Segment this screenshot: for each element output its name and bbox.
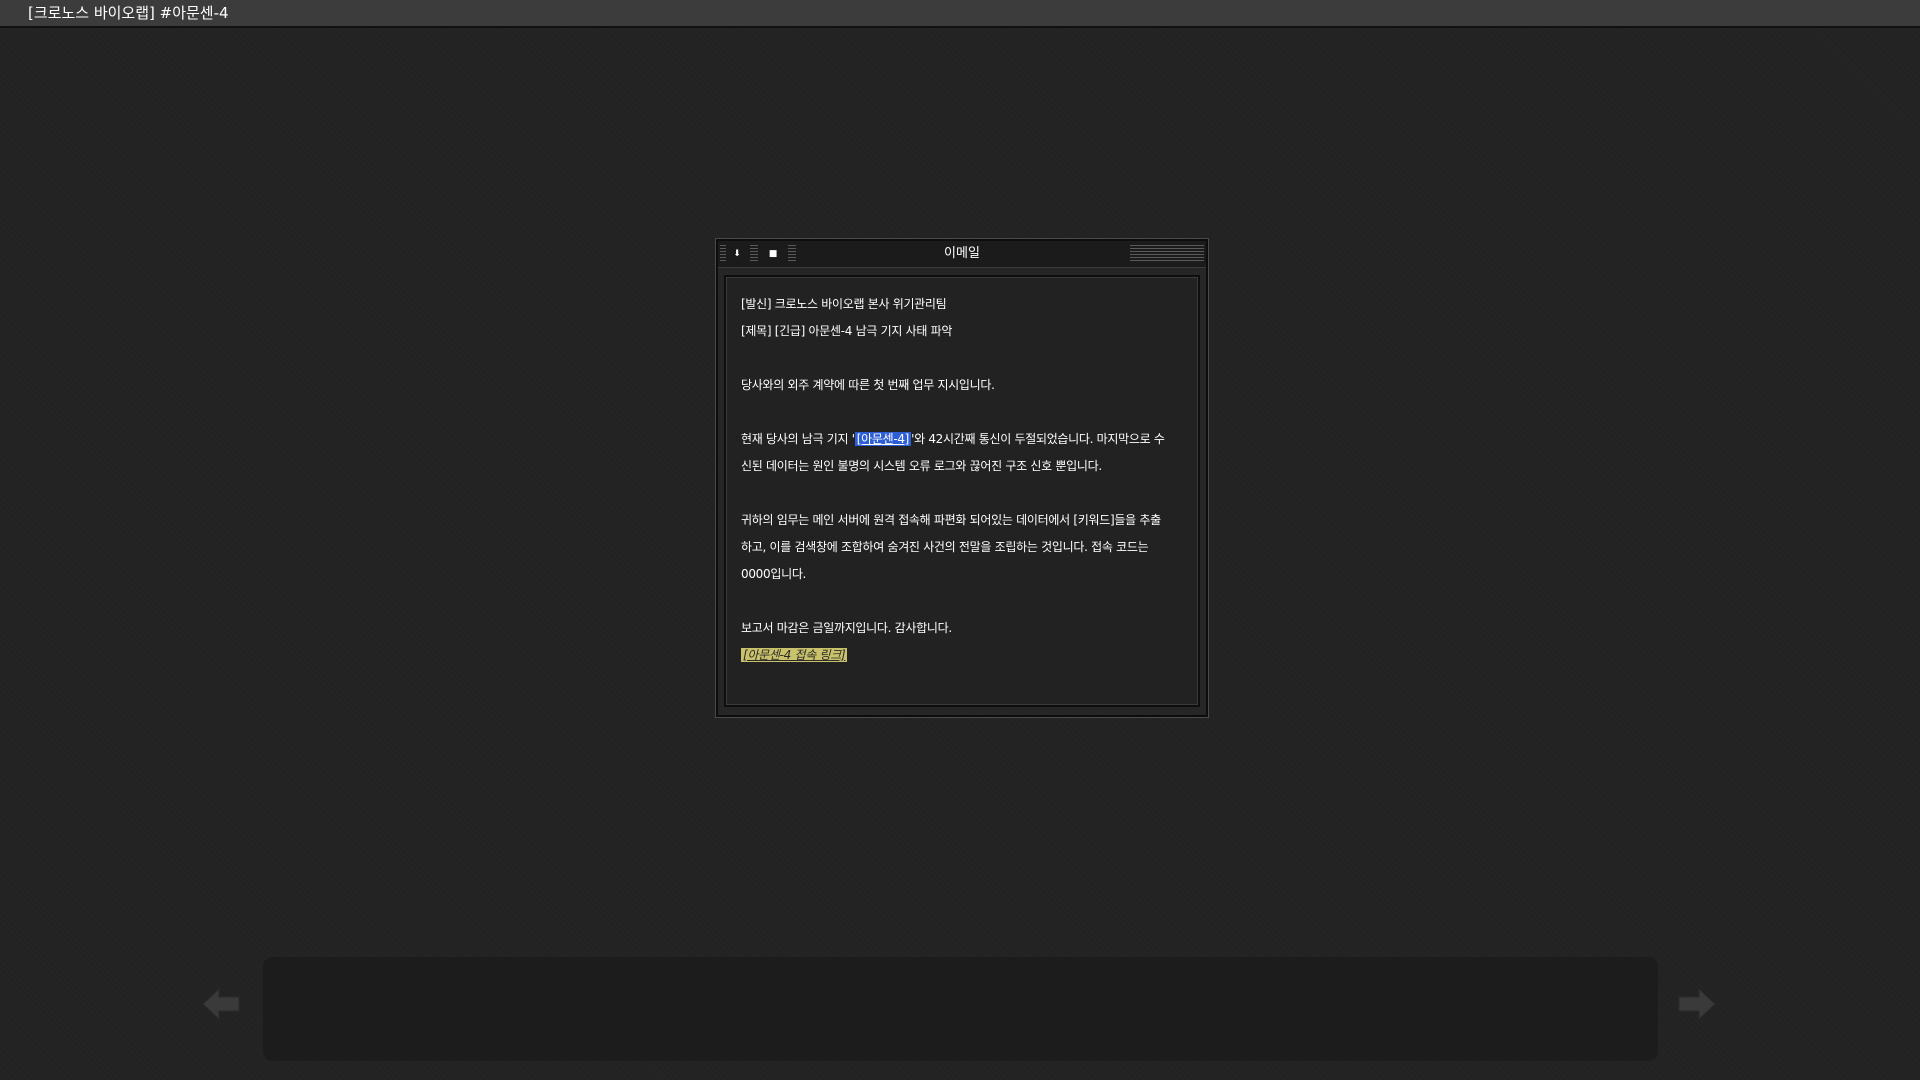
email-subject: [제목] [긴급] 아문센-4 남극 기지 사태 파악 [741,324,953,338]
app-title: [크로노스 바이오랩] #아문센-4 [28,4,229,22]
email-paragraph-3-line-1: 귀하의 임무는 메인 서버에 원격 접속해 파편화 되어있는 데이터에서 [키워… [741,513,1161,527]
email-sender: [발신] 크로노스 바이오랩 본사 위기관리팀 [741,297,947,311]
left-arrow-icon[interactable] [201,986,241,1022]
email-paragraph-2-line-1: 현재 당사의 남극 기지 ' [아문센-4] '와 42시간째 통신이 두절되었습니… [741,432,1165,446]
email-body: [발신] 크로노스 바이오랩 본사 위기관리팀 [제목] [긴급] 아문센-4 … [724,275,1200,707]
email-paragraph-3-line-2: 하고, 이를 검색창에 조합하여 숨겨진 사건의 전말을 조립하는 것입니다. … [741,540,1149,554]
access-link[interactable]: [아문센-4 접속 링크] [741,648,848,662]
email-window-title: 이메일 [718,245,1206,263]
email-window-header[interactable]: ⬇ ■ 이메일 [718,241,1206,268]
right-arrow-icon[interactable] [1677,986,1717,1022]
email-closing: 보고서 마감은 금일까지입니다. 감사합니다. [741,621,952,635]
email-paragraph-3-line-3: 0000입니다. [741,567,807,581]
email-paragraph-1: 당사와의 외주 계약에 따른 첫 번째 업무 지시입니다. [741,378,995,392]
app-titlebar: [크로노스 바이오랩] #아문센-4 [0,0,1920,28]
email-text: [발신] 크로노스 바이오랩 본사 위기관리팀 [제목] [긴급] 아문센-4 … [741,291,1191,669]
email-window: ⬇ ■ 이메일 [발신] 크로노스 바이오랩 본사 위기관리팀 [제목] [긴급… [715,238,1209,718]
amundsen-keyword-link[interactable]: [아문센-4] [854,432,912,446]
email-paragraph-2-line-2: 신된 데이터는 원인 불명의 시스템 오류 로그와 끊어진 구조 신호 뿐입니다… [741,459,1102,473]
access-link-line: [아문센-4 접속 링크] [741,642,1191,669]
dialog-box [263,957,1658,1061]
